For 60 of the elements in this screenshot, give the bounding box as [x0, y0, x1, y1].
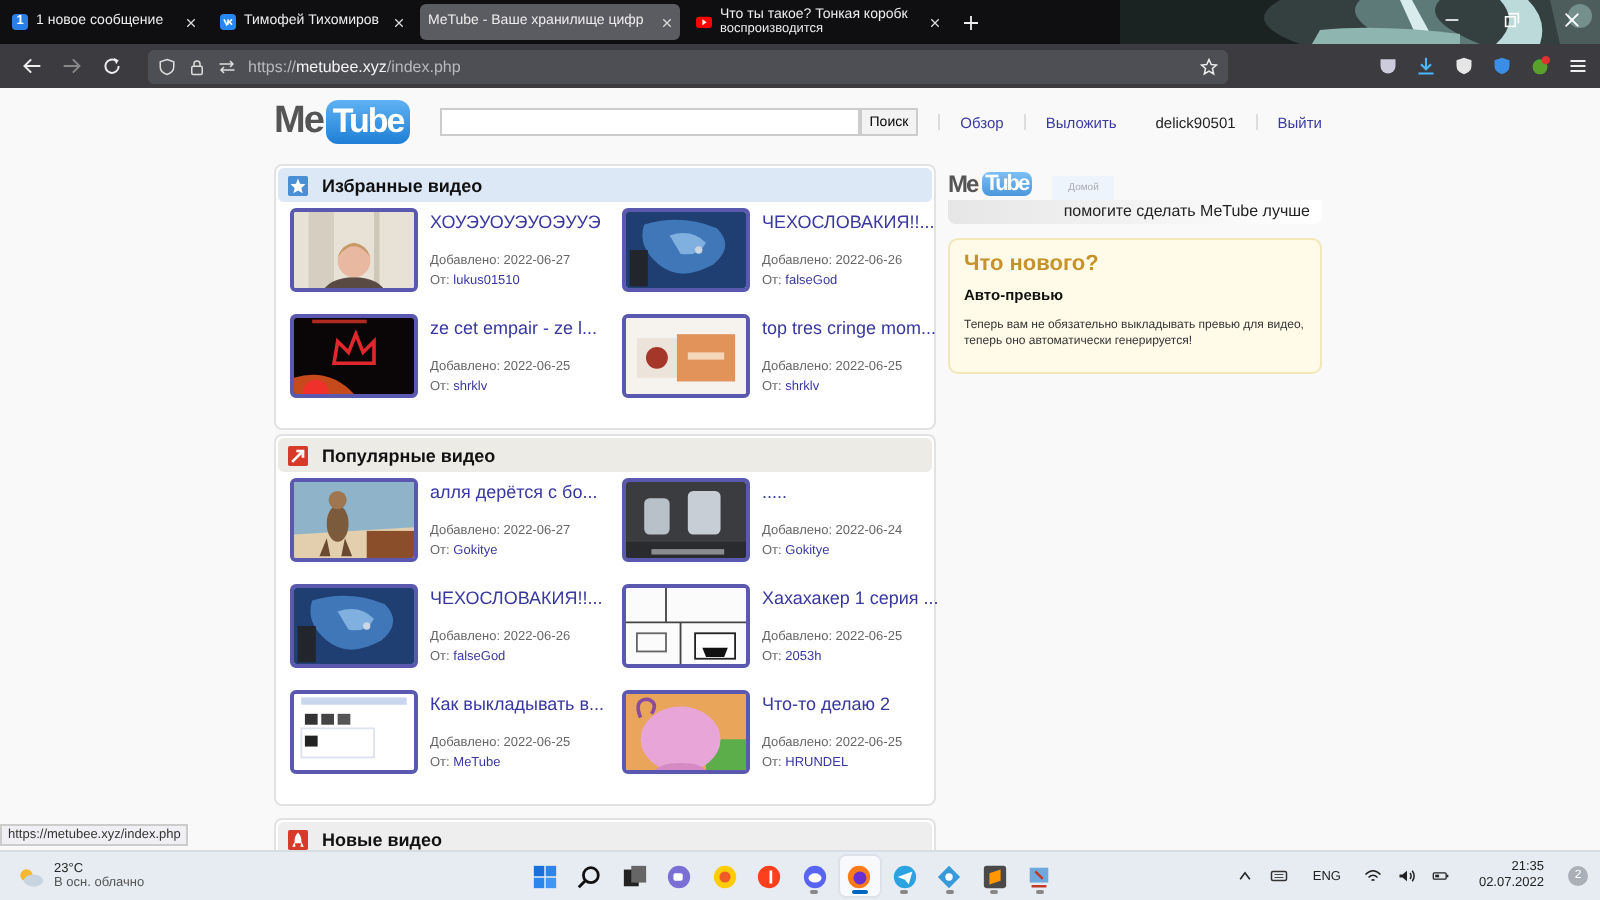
video-title-link[interactable]: ХОУЭУОУЭУОЭУУЭ [430, 212, 601, 232]
star-icon[interactable] [1200, 57, 1218, 75]
video-title-link[interactable]: ..... [762, 482, 903, 502]
extension-icon[interactable] [1530, 56, 1550, 76]
lock-icon[interactable] [188, 57, 206, 75]
video-title-link[interactable]: ze cet empair - ze l... [430, 318, 598, 338]
menu-icon[interactable] [1568, 56, 1588, 76]
video-title-link[interactable]: ЧЕХОСЛОВАКИЯ!!... [430, 588, 603, 608]
diamond-icon [936, 863, 963, 889]
taskbar-app[interactable] [839, 856, 880, 896]
site-icon [220, 14, 236, 30]
new-tab-icon[interactable] [964, 15, 978, 29]
section-title: Новые видео [322, 829, 443, 849]
star-icon [288, 175, 308, 195]
chat-icon [666, 863, 693, 889]
chat-bubble-icon [801, 863, 828, 889]
music-icon [711, 863, 738, 889]
close-icon[interactable] [394, 17, 404, 27]
logo: Me Tube [948, 168, 1033, 200]
permissions-icon[interactable] [218, 57, 236, 75]
news-heading: Что нового? [964, 252, 1101, 276]
url-text: https://metubee.xyz/index.php [248, 57, 463, 75]
restore-icon[interactable] [1504, 12, 1520, 28]
editor-icon [981, 863, 1008, 889]
keyboard-icon[interactable] [1270, 868, 1289, 884]
video-title-link[interactable]: top tres cringe mom... [762, 318, 937, 338]
close-icon[interactable] [930, 17, 940, 27]
back-icon[interactable] [22, 56, 42, 76]
slogan: помогите сделать MeTube лучше [948, 200, 1322, 224]
circle-icon [756, 863, 783, 889]
arrow-icon [288, 445, 308, 465]
video-title-link[interactable]: Что-то делаю 2 [762, 694, 903, 714]
close-icon[interactable] [186, 17, 196, 27]
volume-icon[interactable] [1398, 868, 1417, 884]
download-icon[interactable] [1416, 56, 1436, 76]
battery-icon[interactable] [1432, 868, 1451, 884]
video-title-link[interactable]: Как выкладывать в... [430, 694, 605, 714]
play-icon [696, 14, 712, 30]
reload-icon[interactable] [102, 56, 122, 76]
tool-icon [1026, 863, 1053, 889]
caret-icon[interactable] [1236, 868, 1255, 884]
video-title-link[interactable]: алля дерётся с бо... [430, 482, 598, 502]
section-title: Избранные видео [322, 175, 483, 195]
address-bar[interactable]: https://metubee.xyz/index.php [148, 49, 1228, 83]
browser-icon [846, 863, 873, 889]
paper-plane-icon [891, 863, 918, 889]
pocket-icon[interactable] [1378, 56, 1398, 76]
search-field[interactable] [439, 108, 860, 136]
shield-icon[interactable] [158, 57, 176, 75]
section-title: Популярные видео [322, 445, 496, 465]
tiles-icon [531, 863, 558, 889]
rocket-icon [288, 829, 308, 849]
search-icon [576, 863, 603, 889]
shield-icon[interactable] [1454, 56, 1474, 76]
extension-icon[interactable] [1492, 56, 1512, 76]
video-title-link[interactable]: Хахахакер 1 серия ... [762, 588, 938, 608]
video-title-link[interactable]: ЧЕХОСЛОВАКИЯ!!... [762, 212, 935, 232]
wifi-icon[interactable] [1364, 868, 1383, 884]
forward-icon[interactable] [62, 56, 82, 76]
task-view-icon [621, 863, 648, 889]
